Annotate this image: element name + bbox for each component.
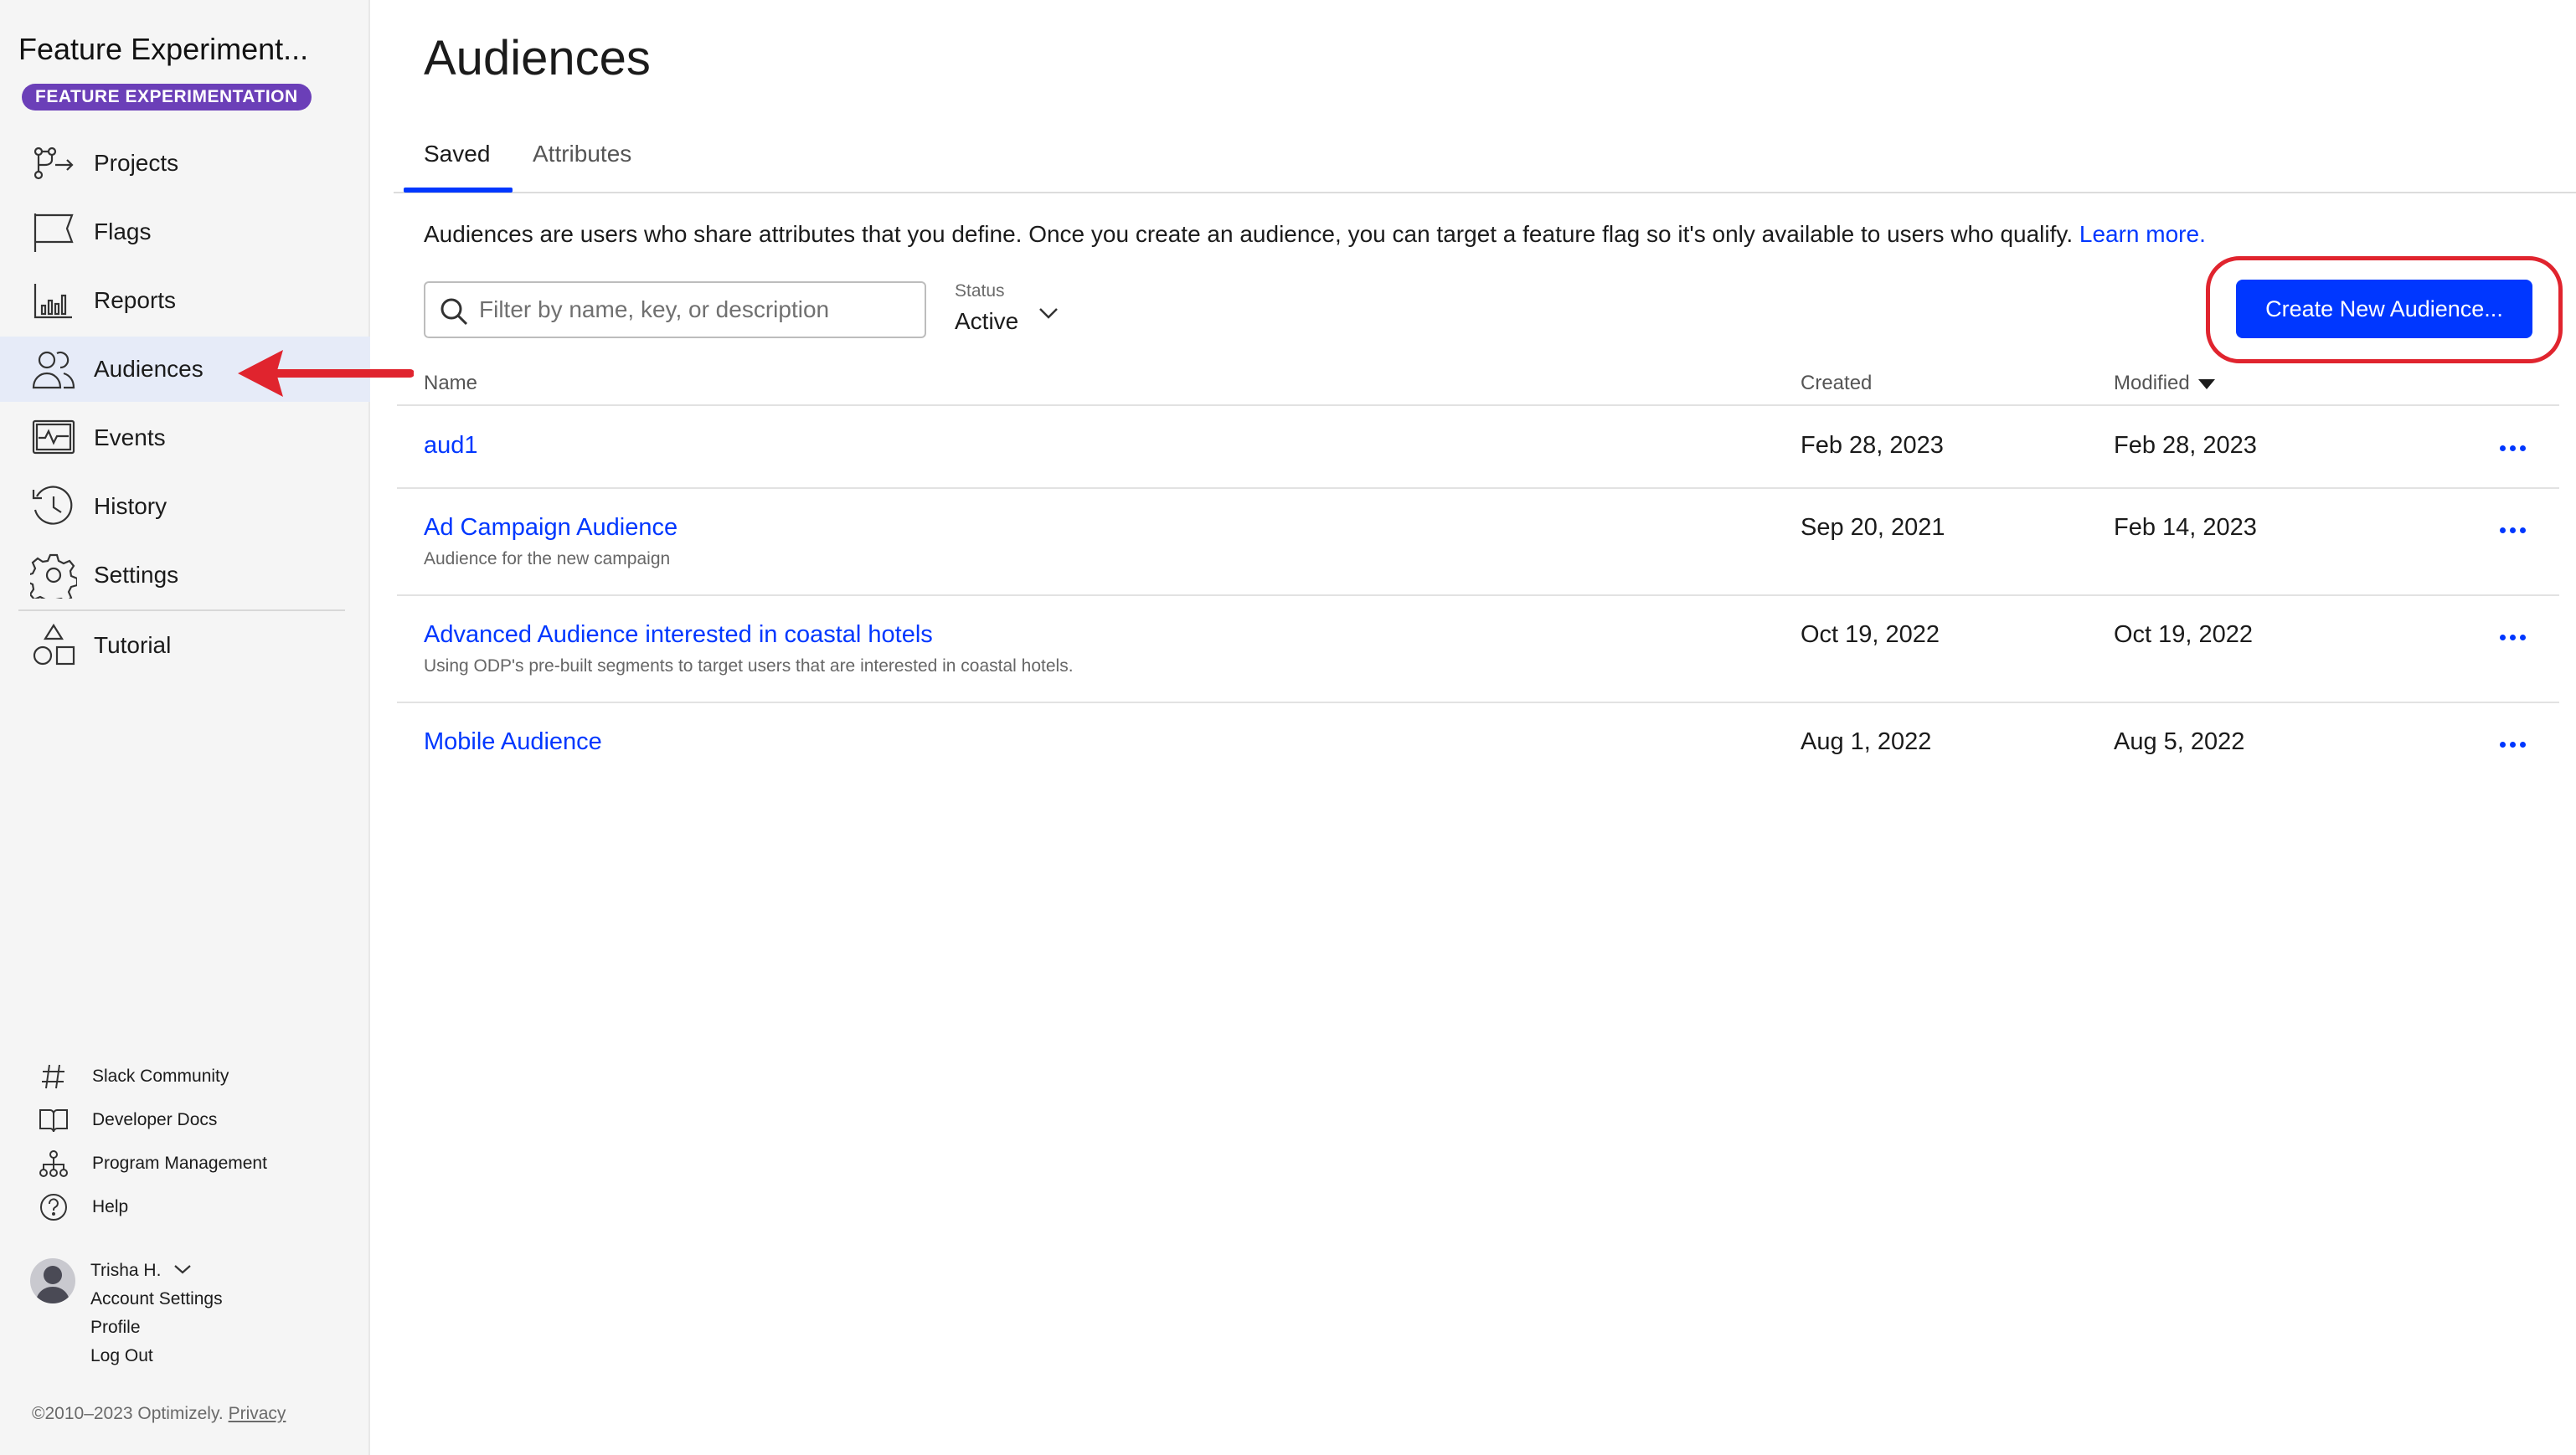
intro-description: Audiences are users who share attributes…	[424, 221, 2074, 247]
avatar[interactable]	[30, 1258, 75, 1303]
footer-link-label: Developer Docs	[92, 1110, 218, 1129]
created-date: Oct 19, 2022	[1801, 621, 1940, 648]
row-more-actions-button[interactable]	[2494, 435, 2531, 460]
privacy-link[interactable]: Privacy	[229, 1404, 286, 1423]
table-header-divider	[397, 404, 2559, 406]
user-name: Trisha H.	[90, 1261, 162, 1280]
sidebar-item-label: Reports	[94, 287, 177, 313]
copyright-text: ©2010–2023 Optimizely.	[32, 1404, 224, 1423]
sidebar-item-label: Settings	[94, 562, 179, 588]
footer-link-label: Slack Community	[92, 1067, 229, 1086]
log-out-link[interactable]: Log Out	[90, 1346, 153, 1366]
table-row-divider	[397, 487, 2559, 489]
sidebar-item-label: Tutorial	[94, 632, 172, 658]
user-menu-toggle[interactable]: Trisha H.	[90, 1261, 193, 1281]
modified-date: Feb 14, 2023	[2114, 514, 2257, 541]
chevron-down-icon	[1035, 300, 1062, 326]
active-tab-indicator	[404, 188, 513, 193]
tabs-divider	[394, 192, 2576, 193]
tutorial-icon	[30, 622, 77, 669]
search-icon	[437, 295, 471, 328]
tab-attributes[interactable]: Attributes	[533, 141, 631, 167]
status-filter-label: Status	[955, 281, 1005, 301]
modified-date: Aug 5, 2022	[2114, 728, 2245, 755]
footer-link-label: Help	[92, 1197, 129, 1216]
audience-name-link[interactable]: Mobile Audience	[424, 728, 602, 756]
profile-link[interactable]: Profile	[90, 1318, 141, 1338]
sidebar-item-tutorial[interactable]: Tutorial	[0, 613, 370, 678]
row-more-actions-button[interactable]	[2494, 625, 2531, 650]
sidebar-item-settings[interactable]: Settings	[0, 542, 370, 608]
audience-description: Using ODP's pre-built segments to target…	[424, 656, 1074, 676]
created-date: Feb 28, 2023	[1801, 432, 1944, 459]
flag-icon	[30, 208, 77, 255]
sidebar: Feature Experiment... FEATURE EXPERIMENT…	[0, 0, 370, 1455]
audience-name-link[interactable]: aud1	[424, 432, 478, 460]
audience-name-link[interactable]: Ad Campaign Audience	[424, 514, 677, 542]
row-more-actions-button[interactable]	[2494, 517, 2531, 542]
column-header-created[interactable]: Created	[1801, 372, 1872, 395]
table-row-divider	[397, 702, 2559, 703]
column-header-name[interactable]: Name	[424, 372, 477, 395]
audience-name-link[interactable]: Advanced Audience interested in coastal …	[424, 621, 933, 649]
page-title: Audiences	[424, 31, 651, 85]
learn-more-link[interactable]: Learn more.	[2079, 221, 2206, 247]
book-icon	[37, 1103, 70, 1137]
slack-community-link[interactable]: Slack Community	[0, 1057, 335, 1097]
sidebar-item-label: Flags	[94, 219, 152, 244]
column-header-modified[interactable]: Modified	[2114, 372, 2215, 395]
row-more-actions-button[interactable]	[2494, 732, 2531, 757]
created-date: Aug 1, 2022	[1801, 728, 1932, 755]
footer-link-label: Program Management	[92, 1154, 267, 1173]
program-management-link[interactable]: Program Management	[0, 1144, 335, 1184]
search-field[interactable]	[424, 281, 926, 338]
sort-descending-icon	[2197, 378, 2215, 389]
sidebar-item-projects[interactable]: Projects	[0, 131, 370, 196]
modified-date: Feb 28, 2023	[2114, 432, 2257, 459]
account-settings-link[interactable]: Account Settings	[90, 1289, 223, 1309]
help-link[interactable]: Help	[0, 1187, 335, 1227]
history-icon	[30, 483, 77, 530]
sidebar-item-events[interactable]: Events	[0, 405, 370, 470]
nav-divider	[18, 609, 345, 611]
sidebar-item-label: History	[94, 493, 167, 519]
org-chart-icon	[37, 1147, 70, 1180]
tab-saved[interactable]: Saved	[424, 141, 490, 167]
sidebar-item-history[interactable]: History	[0, 474, 370, 539]
annotation-arrow-icon	[238, 350, 414, 397]
gear-icon	[30, 552, 77, 599]
events-icon	[30, 414, 77, 461]
search-input[interactable]	[479, 290, 914, 330]
copyright: ©2010–2023 Optimizely. Privacy	[32, 1404, 286, 1424]
sidebar-item-flags[interactable]: Flags	[0, 199, 370, 265]
audiences-icon	[30, 346, 77, 393]
chevron-down-icon	[173, 1261, 193, 1281]
reports-icon	[30, 277, 77, 324]
sidebar-item-reports[interactable]: Reports	[0, 268, 370, 333]
audience-description: Audience for the new campaign	[424, 549, 671, 568]
product-badge: FEATURE EXPERIMENTATION	[22, 84, 312, 111]
help-icon	[37, 1190, 70, 1224]
intro-text: Audiences are users who share attributes…	[424, 221, 2206, 248]
sidebar-item-label: Audiences	[94, 356, 204, 382]
create-new-audience-button[interactable]: Create New Audience...	[2236, 280, 2532, 338]
sidebar-item-label: Events	[94, 424, 166, 450]
table-row-divider	[397, 594, 2559, 596]
app-title[interactable]: Feature Experiment...	[18, 32, 308, 67]
hash-icon	[37, 1060, 70, 1093]
sidebar-item-label: Projects	[94, 150, 179, 176]
developer-docs-link[interactable]: Developer Docs	[0, 1100, 335, 1140]
status-filter-dropdown[interactable]: Status Active	[955, 281, 1072, 342]
status-filter-value: Active	[955, 308, 1019, 334]
modified-date: Oct 19, 2022	[2114, 621, 2254, 648]
created-date: Sep 20, 2021	[1801, 514, 1945, 541]
projects-icon	[30, 140, 77, 187]
column-header-modified-label: Modified	[2114, 372, 2190, 394]
